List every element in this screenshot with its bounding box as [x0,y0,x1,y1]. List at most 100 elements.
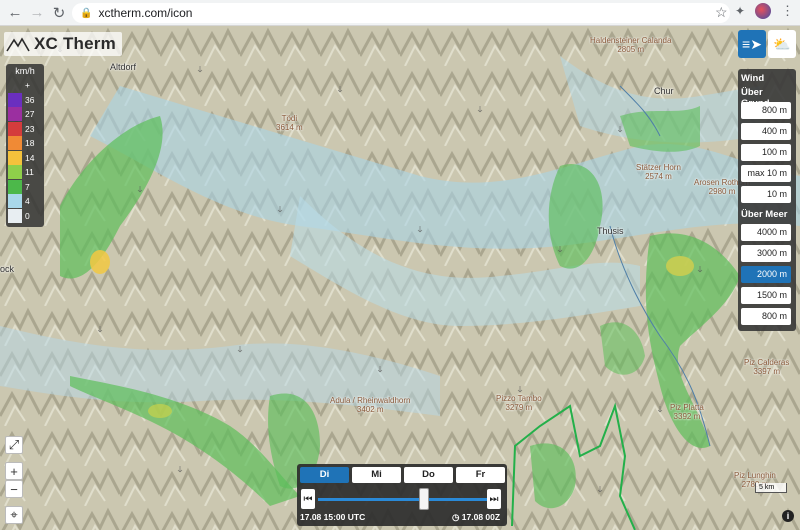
crosshair-icon: ⌖ [10,507,18,522]
legend-rows: +36 27 23 18 14 11 7 4 0 [8,78,42,223]
peak-label: Adula / Rheinwaldhorn 3402 m [330,396,411,414]
clock-icon: ◷ [452,512,462,522]
url-text: xctherm.com/icon [98,6,193,20]
address-bar[interactable]: 🔒 xctherm.com/icon [72,3,730,23]
day-tab[interactable]: Fr [456,467,505,483]
peak-label: Piz Platta 3392 m [670,403,704,421]
legend-row: + [8,78,42,93]
legend-label: + [25,80,30,91]
wind-level-button[interactable]: max 10 m [741,165,791,182]
mountain-logo-icon [6,37,30,52]
day-tab[interactable]: Mi [352,467,401,483]
wind-level-button[interactable]: 100 m [741,144,791,161]
legend-label: 14 [25,152,35,163]
info-icon[interactable]: i [782,510,794,522]
day-tab[interactable]: Do [404,467,453,483]
above-ground-header: Über Grund [741,87,770,109]
menu-kebab-icon[interactable]: ⋮ [781,3,794,19]
time-slider-knob[interactable] [419,488,429,510]
cloud-sun-icon: ⛅ [773,35,791,52]
wind-level-button[interactable]: 2000 m [741,266,791,283]
town-label: Thusis [597,226,624,236]
legend-swatch [8,179,22,194]
profile-avatar[interactable] [755,3,771,19]
wind-level-button[interactable]: 400 m [741,123,791,140]
lock-icon: 🔒 [80,7,93,19]
legend-swatch [8,107,22,122]
legend-label: 4 [25,196,30,207]
legend-label: 23 [25,123,35,134]
legend-swatch [8,121,22,136]
legend-swatch [8,150,22,165]
step-back-button[interactable]: ⏮ [301,489,315,509]
logo-text: XC Therm [34,34,116,53]
legend-label: 11 [25,167,34,178]
legend-row: 14 [8,150,42,166]
peak-label: Piz Calderas 3397 m [744,358,790,376]
legend-label: 7 [25,181,30,192]
step-forward-button[interactable]: ⏭ [487,489,501,509]
day-tab[interactable]: Di [300,467,349,483]
app-logo[interactable]: XC Therm [4,32,122,56]
fullscreen-button[interactable]: ⤢ [5,436,23,454]
legend-swatch [8,208,22,223]
legend-swatch [8,194,22,209]
wind-level-button[interactable]: 1500 m [741,287,791,304]
extension-area: ✦ ⋮ [735,3,794,19]
wind-level-button[interactable]: 4000 m [741,224,791,241]
legend-row: 27 [8,107,42,122]
time-end-label: ◷ 17.08 00Z [452,512,501,522]
bookmark-star-icon[interactable]: ☆ [715,4,728,21]
legend-label: 0 [25,210,30,221]
reload-icon[interactable]: ↻ [48,2,70,24]
legend-unit: km/h [15,66,35,76]
extensions-puzzle-icon[interactable]: ✦ [735,4,745,18]
skip-forward-icon: ⏭ [489,493,499,505]
time-current-label: 17.08 15:00 UTC [300,512,366,522]
map-scale: 5 km [755,483,787,493]
peak-label: Stätzer Horn 2574 m [636,163,681,181]
time-slider-track[interactable] [318,498,488,501]
wind-level-button[interactable]: 10 m [741,186,791,203]
legend-label: 27 [25,109,35,120]
forward-arrow-icon[interactable]: → [26,2,48,24]
above-ground-levels: 800 m 400 m 100 m max 10 m 10 m [741,102,793,203]
map-area[interactable]: Haldensteiner Calanda 2805 m Tödi 3614 m S… [0,26,800,530]
town-label: Chur [654,86,674,96]
time-control: Di Mi Do Fr ⏮ ⏭ 17.08 15:00 UTC ◷ 17.08 00Z [297,464,507,526]
legend-label: 36 [25,94,35,105]
legend-swatch [8,165,22,180]
legend-row: 11 [8,165,42,180]
peak-label: Tödi 3614 m [276,114,303,132]
cloud-layer-toggle[interactable]: ⛅ [768,30,796,58]
back-arrow-icon[interactable]: ← [4,2,26,24]
wind-layer-toggle[interactable]: ≡➤ [738,30,766,58]
wind-speed-legend: km/h +36 27 23 18 14 11 7 4 0 [6,64,44,227]
peak-label: Pizzo Tambo 3279 m [496,394,542,412]
wind-level-button[interactable]: 3000 m [741,245,791,262]
legend-row: 4 [8,194,42,209]
peak-label: Haldensteiner Calanda 2805 m [590,36,672,54]
legend-swatch [8,92,22,107]
legend-row: 0 [8,208,42,224]
legend-row: 7 [8,179,42,195]
locate-button[interactable]: ⌖ [5,506,23,524]
wind-panel-title: Wind [741,73,765,84]
legend-label: 18 [25,138,35,149]
legend-swatch [8,136,22,151]
legend-row: 36 [8,92,42,108]
legend-row: 18 [8,136,42,151]
legend-row: 23 [8,121,42,137]
wind-level-button[interactable]: 800 m [741,308,791,325]
browser-chrome: ← → ↻ 🔒 xctherm.com/icon ☆ ✦ ⋮ [0,0,800,26]
above-sea-header: Über Meer [741,209,788,220]
zoom-out-button[interactable]: − [5,480,23,498]
wind-icon: ≡➤ [742,35,762,52]
wind-level-panel: Wind Über Grund 800 m 400 m 100 m max 10 m 1… [738,69,796,331]
zoom-in-button[interactable]: + [5,462,23,480]
legend-swatch [8,78,22,92]
town-label: Altdorf [110,62,137,72]
above-sea-levels: 4000 m 3000 m 2000 m 1500 m 800 m [741,224,793,325]
skip-back-icon: ⏮ [303,493,313,505]
terrain-layer [0,26,800,530]
